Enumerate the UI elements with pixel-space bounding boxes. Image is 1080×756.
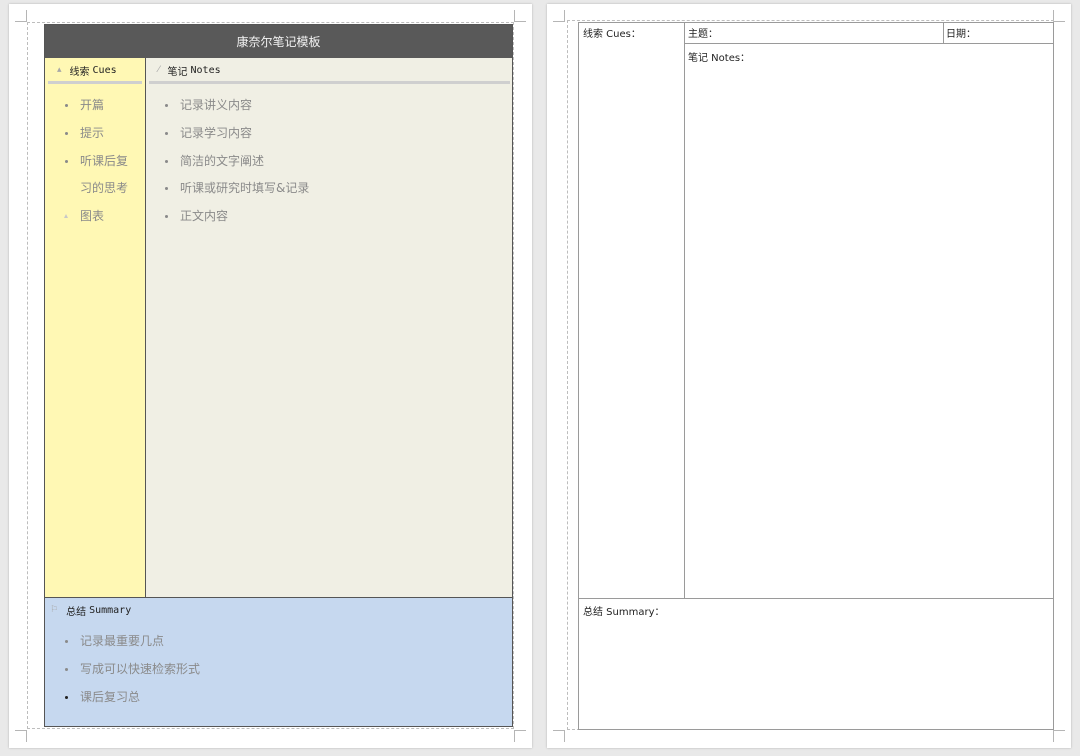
template-header: 康奈尔笔记模板	[45, 25, 512, 58]
crop-mark	[553, 730, 565, 742]
crop-mark	[1053, 730, 1065, 742]
list-item: 习的思考	[80, 181, 129, 196]
list-item: 听课后复	[62, 148, 128, 176]
cues-column[interactable]: ▴ 线索 Cues 开篇 提示 听课后复 习的思考 图表	[45, 58, 146, 597]
topic-label[interactable]: 主题：	[688, 25, 718, 40]
blank-cornell-grid: 线索 Cues： 主题： 日期： 笔记 Notes： 总结 Summary：	[578, 22, 1054, 730]
date-label[interactable]: 日期：	[946, 25, 976, 40]
list-item: 提示	[62, 120, 128, 148]
cues-list: 开篇 提示 听课后复 习的思考 图表	[62, 92, 128, 231]
list-item: 课后复习总	[62, 684, 200, 712]
cues-label[interactable]: 线索 Cues：	[583, 25, 641, 40]
summary-section[interactable]: ⚐ 总结 Summary 记录最重要几点 写成可以快速检索形式 课后复习总	[45, 597, 512, 726]
page-2: 线索 Cues： 主题： 日期： 笔记 Notes： 总结 Summary：	[547, 4, 1071, 748]
notes-column[interactable]: ⁄ 笔记 Notes 记录讲义内容 记录学习内容 简洁的文字阐述 听课或研究时填…	[146, 58, 512, 597]
pencil-icon: ⁄	[158, 65, 160, 75]
cornell-template: 康奈尔笔记模板 ▴ 线索 Cues 开篇 提示 听课后复 习的思考 图表 ⁄ 笔…	[44, 24, 513, 727]
pin-icon: ▴	[57, 65, 62, 75]
list-item: 记录学习内容	[162, 120, 309, 148]
list-item: 图表	[62, 203, 128, 231]
notes-label[interactable]: 笔记 Notes：	[688, 49, 750, 64]
summary-list: 记录最重要几点 写成可以快速检索形式 课后复习总	[62, 628, 200, 711]
date-divider	[943, 23, 944, 43]
list-item: 听课或研究时填写&记录	[162, 175, 309, 203]
header-row-line	[684, 43, 1053, 44]
crop-mark	[514, 730, 526, 742]
template-title: 康奈尔笔记模板	[236, 35, 321, 49]
notes-list: 记录讲义内容 记录学习内容 简洁的文字阐述 听课或研究时填写&记录 正文内容	[162, 92, 309, 231]
page-1: 康奈尔笔记模板 ▴ 线索 Cues 开篇 提示 听课后复 习的思考 图表 ⁄ 笔…	[9, 4, 532, 748]
list-item: 记录最重要几点	[62, 628, 200, 656]
list-item: 写成可以快速检索形式	[62, 656, 200, 684]
list-item: 记录讲义内容	[162, 92, 309, 120]
summary-line	[579, 598, 1053, 599]
flag-icon: ⚐	[50, 605, 59, 615]
crop-mark	[514, 10, 526, 22]
summary-heading: ⚐ 总结 Summary	[50, 604, 132, 618]
cues-heading-rule	[48, 81, 142, 84]
notes-heading: ⁄ 笔记 Notes	[158, 64, 221, 78]
crop-mark	[15, 730, 27, 742]
summary-label[interactable]: 总结 Summary：	[583, 603, 665, 618]
crop-mark	[15, 10, 27, 22]
list-item: 正文内容	[162, 203, 309, 231]
cues-heading: ▴ 线索 Cues	[57, 64, 117, 78]
crop-mark	[553, 10, 565, 22]
list-item: 简洁的文字阐述	[162, 148, 309, 176]
cues-divider	[684, 23, 685, 598]
list-item: 开篇	[62, 92, 128, 120]
crop-mark	[1053, 10, 1065, 22]
notes-heading-rule	[149, 81, 510, 84]
